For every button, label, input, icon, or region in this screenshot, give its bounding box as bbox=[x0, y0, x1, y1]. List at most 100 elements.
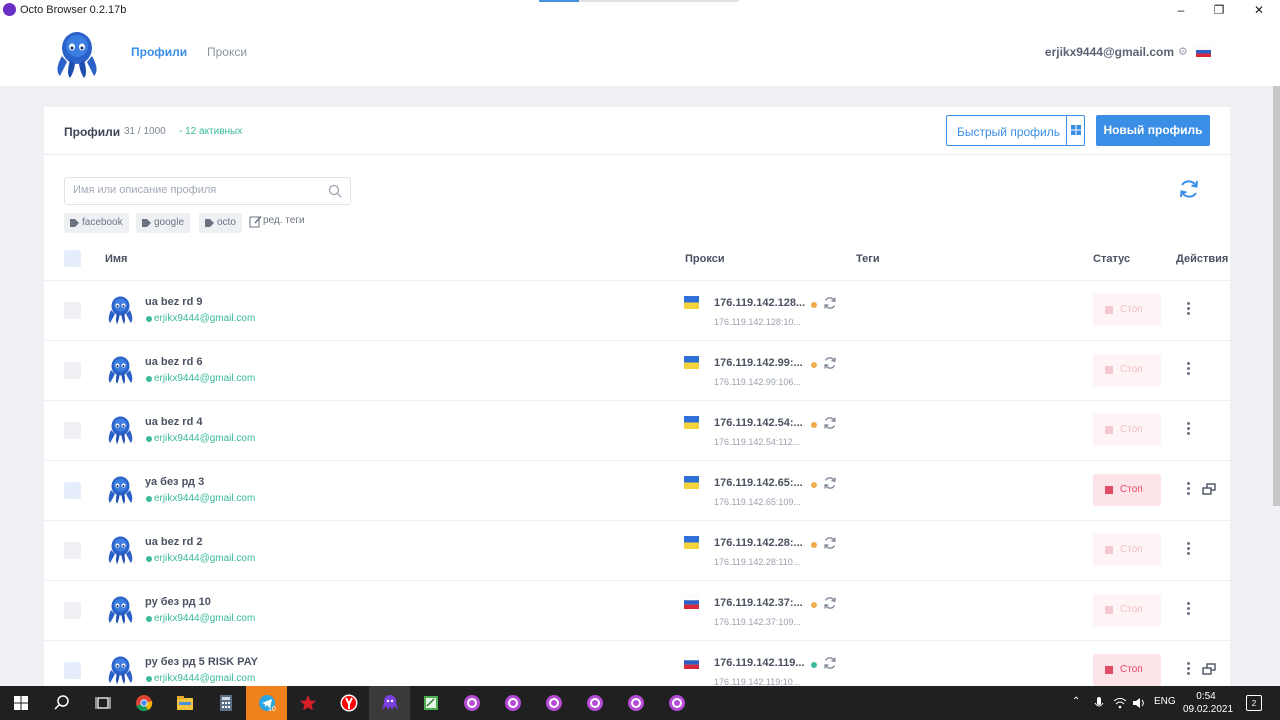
table-row[interactable]: ua bez rd 2 erjikx9444@gmail.com 176.119.1… bbox=[44, 520, 1230, 580]
minimize-button[interactable]: – bbox=[1173, 2, 1189, 18]
row-more-actions-icon[interactable] bbox=[1184, 540, 1192, 560]
notepad-taskbar-button[interactable] bbox=[410, 686, 451, 720]
quick-profile-button[interactable]: Быстрый профиль bbox=[946, 115, 1085, 146]
profile-name[interactable]: ua bez rd 4 bbox=[145, 416, 202, 428]
system-clock[interactable]: 0:54 09.02.2021 bbox=[1183, 690, 1233, 716]
red-star-taskbar-button[interactable] bbox=[287, 686, 328, 720]
stop-profile-button[interactable]: Стоп bbox=[1093, 654, 1161, 686]
profile-window-1-taskbar-button[interactable] bbox=[451, 686, 492, 720]
row-checkbox[interactable] bbox=[64, 602, 81, 619]
proxy-address[interactable]: 176.119.142.54:... bbox=[714, 417, 803, 429]
row-checkbox[interactable] bbox=[64, 482, 81, 499]
calculator-taskbar-button[interactable] bbox=[205, 686, 246, 720]
profile-name[interactable]: ua bez rd 9 bbox=[145, 296, 202, 308]
table-row[interactable]: ua bez rd 6 erjikx9444@gmail.com 176.119.1… bbox=[44, 340, 1230, 400]
row-more-actions-icon[interactable] bbox=[1184, 360, 1192, 380]
task-view-button[interactable] bbox=[82, 686, 123, 720]
show-window-icon[interactable] bbox=[1202, 482, 1216, 500]
microphone-icon[interactable] bbox=[1094, 696, 1104, 710]
row-checkbox[interactable] bbox=[64, 362, 81, 379]
tray-overflow-chevron-up-icon[interactable]: ⌃ bbox=[1072, 696, 1080, 707]
octo-logo[interactable] bbox=[50, 28, 104, 80]
tag-filter-google[interactable]: google bbox=[136, 213, 191, 233]
proxy-refresh-icon[interactable] bbox=[823, 536, 837, 555]
stop-profile-button[interactable]: Стоп bbox=[1093, 414, 1161, 446]
proxy-address[interactable]: 176.119.142.119... bbox=[714, 657, 805, 669]
chrome-taskbar-button[interactable] bbox=[123, 686, 164, 720]
new-profile-button[interactable]: Новый профиль bbox=[1096, 115, 1210, 146]
stop-profile-button[interactable]: Стоп bbox=[1093, 354, 1161, 386]
tag-filter-facebook[interactable]: facebook bbox=[64, 213, 129, 233]
proxy-refresh-icon[interactable] bbox=[823, 356, 837, 375]
proxy-address[interactable]: 176.119.142.65:... bbox=[714, 477, 803, 489]
proxy-address[interactable]: 176.119.142.128... bbox=[714, 297, 805, 309]
language-flag-ru-icon[interactable] bbox=[1196, 46, 1211, 57]
profile-name[interactable]: уа без рд 3 bbox=[145, 476, 204, 488]
nav-profiles[interactable]: Профили bbox=[131, 45, 187, 59]
row-checkbox[interactable] bbox=[64, 542, 81, 559]
profile-window-5-taskbar-button[interactable] bbox=[615, 686, 656, 720]
row-checkbox[interactable] bbox=[64, 422, 81, 439]
profile-name[interactable]: ру без рд 10 bbox=[145, 596, 211, 608]
volume-icon[interactable] bbox=[1132, 697, 1146, 709]
profile-search-input[interactable] bbox=[73, 184, 313, 196]
maximize-button[interactable]: ❐ bbox=[1211, 2, 1227, 18]
profile-name[interactable]: ua bez rd 2 bbox=[145, 536, 202, 548]
quick-profile-os-windows-icon[interactable] bbox=[1066, 116, 1084, 145]
refresh-list-icon[interactable] bbox=[1178, 178, 1200, 200]
row-more-actions-icon[interactable] bbox=[1184, 420, 1192, 440]
column-header-proxy[interactable]: Прокси bbox=[685, 253, 725, 265]
profile-name[interactable]: ру без рд 5 RISK PAY bbox=[145, 656, 258, 668]
search-icon[interactable] bbox=[328, 184, 342, 198]
row-more-actions-icon[interactable] bbox=[1184, 660, 1192, 680]
wifi-icon[interactable] bbox=[1113, 697, 1127, 709]
table-row[interactable]: ua bez rd 4 erjikx9444@gmail.com 176.119.1… bbox=[44, 400, 1230, 460]
octo-browser-taskbar-button[interactable] bbox=[369, 686, 410, 720]
start-button[interactable] bbox=[0, 686, 41, 720]
yandex-browser-taskbar-button[interactable] bbox=[328, 686, 369, 720]
page-scrollbar[interactable] bbox=[1273, 86, 1280, 506]
row-more-actions-icon[interactable] bbox=[1184, 480, 1192, 500]
profile-window-4-taskbar-button[interactable] bbox=[574, 686, 615, 720]
profile-window-2-taskbar-button[interactable] bbox=[492, 686, 533, 720]
account-email[interactable]: erjikx9444@gmail.com bbox=[1045, 45, 1174, 59]
proxy-refresh-icon[interactable] bbox=[823, 416, 837, 435]
proxy-refresh-icon[interactable] bbox=[823, 596, 837, 615]
proxy-address[interactable]: 176.119.142.37:... bbox=[714, 597, 803, 609]
proxy-country-flag-ua-icon bbox=[684, 356, 699, 369]
column-header-tags[interactable]: Теги bbox=[856, 253, 880, 265]
row-more-actions-icon[interactable] bbox=[1184, 300, 1192, 320]
table-row[interactable]: уа без рд 3 erjikx9444@gmail.com 176.119.1… bbox=[44, 460, 1230, 520]
input-language[interactable]: ENG bbox=[1154, 696, 1176, 707]
search-taskbar-button[interactable] bbox=[41, 686, 82, 720]
gear-icon[interactable]: ⚙ bbox=[1178, 45, 1188, 58]
edit-tags-button[interactable]: ред. теги bbox=[249, 215, 305, 228]
stop-profile-button[interactable]: Стоп bbox=[1093, 594, 1161, 626]
column-header-name[interactable]: Имя bbox=[105, 253, 127, 265]
proxy-refresh-icon[interactable] bbox=[823, 296, 837, 315]
row-more-actions-icon[interactable] bbox=[1184, 600, 1192, 620]
stop-profile-button[interactable]: Стоп bbox=[1093, 294, 1161, 326]
row-checkbox[interactable] bbox=[64, 662, 81, 679]
select-all-checkbox[interactable] bbox=[64, 250, 81, 267]
notifications-icon[interactable]: 2 bbox=[1246, 695, 1262, 711]
table-row[interactable]: ua bez rd 9 erjikx9444@gmail.com 176.119.1… bbox=[44, 280, 1230, 340]
show-window-icon[interactable] bbox=[1202, 662, 1216, 680]
profile-window-6-taskbar-button[interactable] bbox=[656, 686, 697, 720]
proxy-address[interactable]: 176.119.142.99:... bbox=[714, 357, 803, 369]
table-row[interactable]: ру без рд 10 erjikx9444@gmail.com 176.119.… bbox=[44, 580, 1230, 640]
tag-filter-octo[interactable]: octo bbox=[199, 213, 242, 233]
profile-name[interactable]: ua bez rd 6 bbox=[145, 356, 202, 368]
proxy-address[interactable]: 176.119.142.28:... bbox=[714, 537, 803, 549]
profile-window-3-taskbar-button[interactable] bbox=[533, 686, 574, 720]
proxy-refresh-icon[interactable] bbox=[823, 656, 837, 675]
column-header-status[interactable]: Статус bbox=[1093, 253, 1130, 265]
telegram-taskbar-button[interactable]: 10 bbox=[246, 686, 287, 720]
nav-proxies[interactable]: Прокси bbox=[207, 45, 247, 59]
proxy-refresh-icon[interactable] bbox=[823, 476, 837, 495]
file-explorer-taskbar-button[interactable] bbox=[164, 686, 205, 720]
stop-profile-button[interactable]: Стоп bbox=[1093, 474, 1161, 506]
stop-profile-button[interactable]: Стоп bbox=[1093, 534, 1161, 566]
close-button[interactable]: ✕ bbox=[1251, 2, 1267, 18]
row-checkbox[interactable] bbox=[64, 302, 81, 319]
